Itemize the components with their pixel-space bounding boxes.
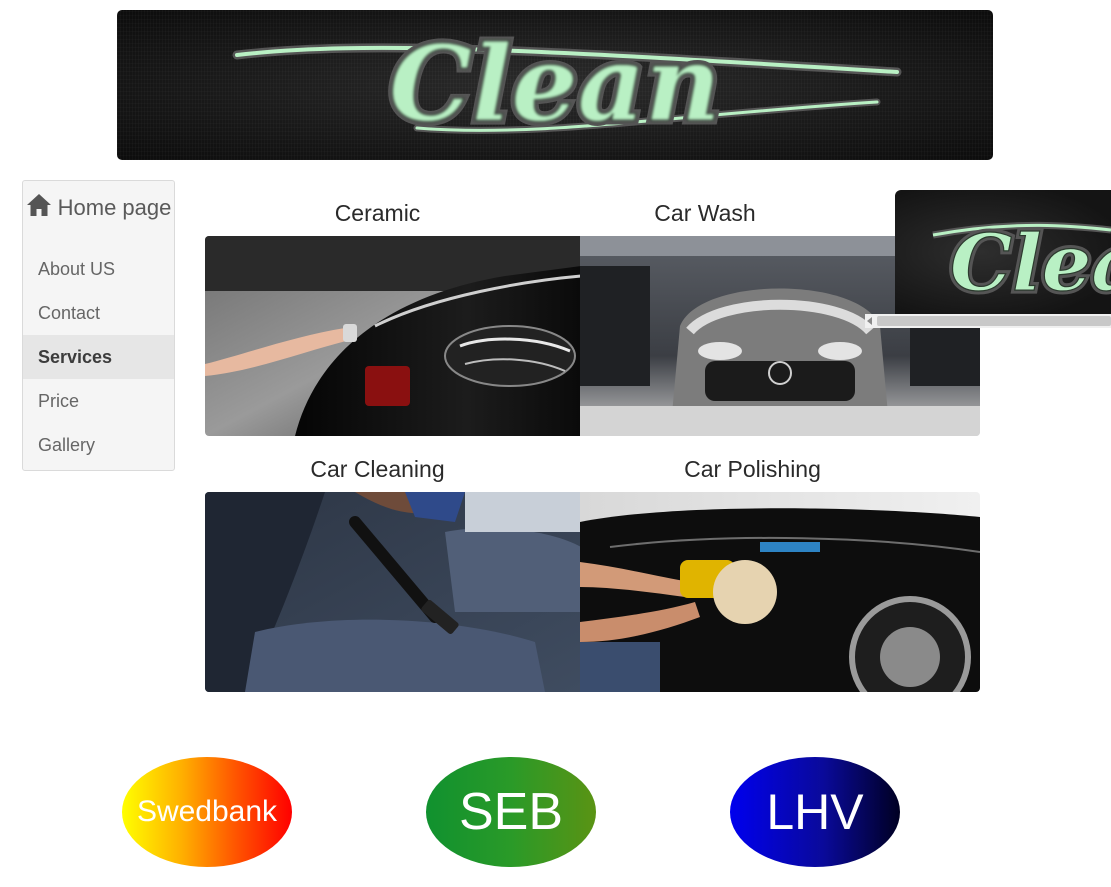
scrollbar-thumb[interactable] xyxy=(877,316,1111,326)
header-banner: Clean Clean xyxy=(117,10,993,160)
caption-car-cleaning: Car Cleaning xyxy=(310,456,445,482)
caption-car-polishing: Car Polishing xyxy=(684,456,821,482)
nav-item-about[interactable]: About US xyxy=(23,247,174,291)
nav-item-contact[interactable]: Contact xyxy=(23,291,174,335)
logo-text: Clean xyxy=(389,22,720,145)
swedbank-button[interactable]: Swedbank xyxy=(122,757,292,867)
seb-button[interactable]: SEB xyxy=(426,757,596,867)
home-icon xyxy=(26,194,51,216)
clean-logo-small: Clean Clean xyxy=(932,215,1111,313)
lhv-button[interactable]: LHV xyxy=(730,757,900,867)
side-navigation: Home page About US Contact Services Pric… xyxy=(22,180,175,471)
seb-label: SEB xyxy=(458,783,564,841)
nav-item-services[interactable]: Services xyxy=(23,335,174,379)
nav-item-price[interactable]: Price xyxy=(23,379,174,423)
thumbnail-scrollbar[interactable] xyxy=(865,314,1111,328)
scroll-left-arrow-icon[interactable] xyxy=(867,317,872,325)
nav-home-link[interactable]: Home page xyxy=(23,181,174,247)
lhv-label: LHV xyxy=(766,784,864,840)
caption-ceramic: Ceramic xyxy=(334,200,421,226)
caption-car-wash: Car Wash xyxy=(654,200,756,226)
photo-car-cleaning[interactable] xyxy=(205,492,581,692)
swedbank-label: Swedbank xyxy=(136,795,278,828)
floating-logo-thumbnail[interactable]: Clean Clean xyxy=(895,190,1111,314)
nav-item-gallery[interactable]: Gallery xyxy=(23,423,174,467)
clean-logo: Clean Clean xyxy=(232,18,902,150)
photo-car-polishing[interactable] xyxy=(580,492,980,692)
nav-home-label: Home page xyxy=(57,195,172,220)
thumb-logo-text: Clean xyxy=(950,218,1111,309)
photo-ceramic[interactable] xyxy=(205,236,581,436)
